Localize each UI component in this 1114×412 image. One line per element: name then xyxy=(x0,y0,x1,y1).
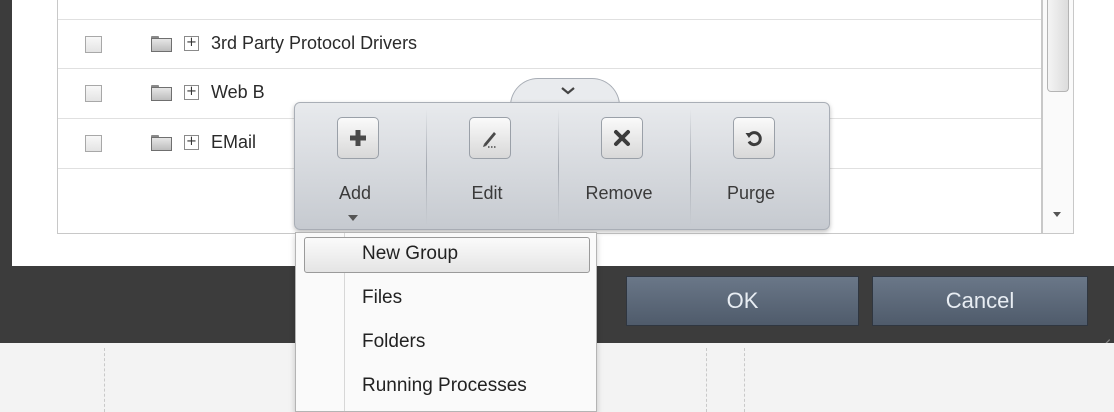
cancel-button[interactable]: Cancel xyxy=(872,276,1088,326)
scrollbar-thumb[interactable] xyxy=(1047,0,1069,92)
add-label: Add xyxy=(338,183,372,203)
refresh-icon xyxy=(733,117,775,159)
floating-toolbar: Add Edit Remove Purge xyxy=(294,102,830,230)
resize-grip-icon[interactable] xyxy=(1098,330,1110,349)
add-dropdown-menu: New Group Files Folders Running Processe… xyxy=(295,232,597,412)
column-divider xyxy=(744,348,745,412)
column-divider xyxy=(104,348,105,412)
chevron-down-icon[interactable] xyxy=(561,84,575,98)
menu-item-label: Folders xyxy=(362,331,426,352)
remove-label: Remove xyxy=(585,183,653,203)
edit-label: Edit xyxy=(471,183,503,203)
folder-icon xyxy=(151,36,172,52)
vertical-scrollbar[interactable] xyxy=(1042,0,1074,234)
remove-button[interactable]: Remove xyxy=(559,103,691,231)
folder-icon xyxy=(151,135,172,151)
menu-item-running-processes[interactable]: Running Processes xyxy=(296,365,598,405)
add-button[interactable]: Add xyxy=(295,103,427,231)
menu-item-files[interactable]: Files xyxy=(296,277,598,317)
dropdown-caret-icon[interactable] xyxy=(348,215,358,221)
menu-item-new-group[interactable]: New Group xyxy=(296,233,598,273)
expand-icon[interactable]: + xyxy=(184,85,199,100)
purge-button[interactable]: Purge xyxy=(691,103,823,231)
expand-icon[interactable]: + xyxy=(184,36,199,51)
menu-item-label: New Group xyxy=(362,243,459,264)
edit-button[interactable]: Edit xyxy=(427,103,559,231)
row-checkbox[interactable] xyxy=(85,85,102,102)
menu-item-label: Running Processes xyxy=(362,375,527,396)
row-checkbox[interactable] xyxy=(85,36,102,53)
menu-item-label: Files xyxy=(362,287,403,308)
folder-icon xyxy=(151,85,172,101)
purge-label: Purge xyxy=(726,183,776,203)
list-item-label: EMail xyxy=(211,132,257,152)
column-divider xyxy=(706,348,707,412)
x-icon xyxy=(601,117,643,159)
list-item[interactable]: + 3rd Party Protocol Drivers xyxy=(58,19,1041,69)
ok-button[interactable]: OK xyxy=(626,276,859,326)
row-checkbox[interactable] xyxy=(85,135,102,152)
list-item-label: Web B xyxy=(211,82,265,102)
menu-item-folders[interactable]: Folders xyxy=(296,321,598,361)
pencil-icon xyxy=(469,117,511,159)
expand-icon[interactable]: + xyxy=(184,135,199,150)
scroll-down-icon[interactable] xyxy=(1053,212,1061,217)
list-item-label: 3rd Party Protocol Drivers xyxy=(211,33,418,53)
plus-icon xyxy=(337,117,379,159)
